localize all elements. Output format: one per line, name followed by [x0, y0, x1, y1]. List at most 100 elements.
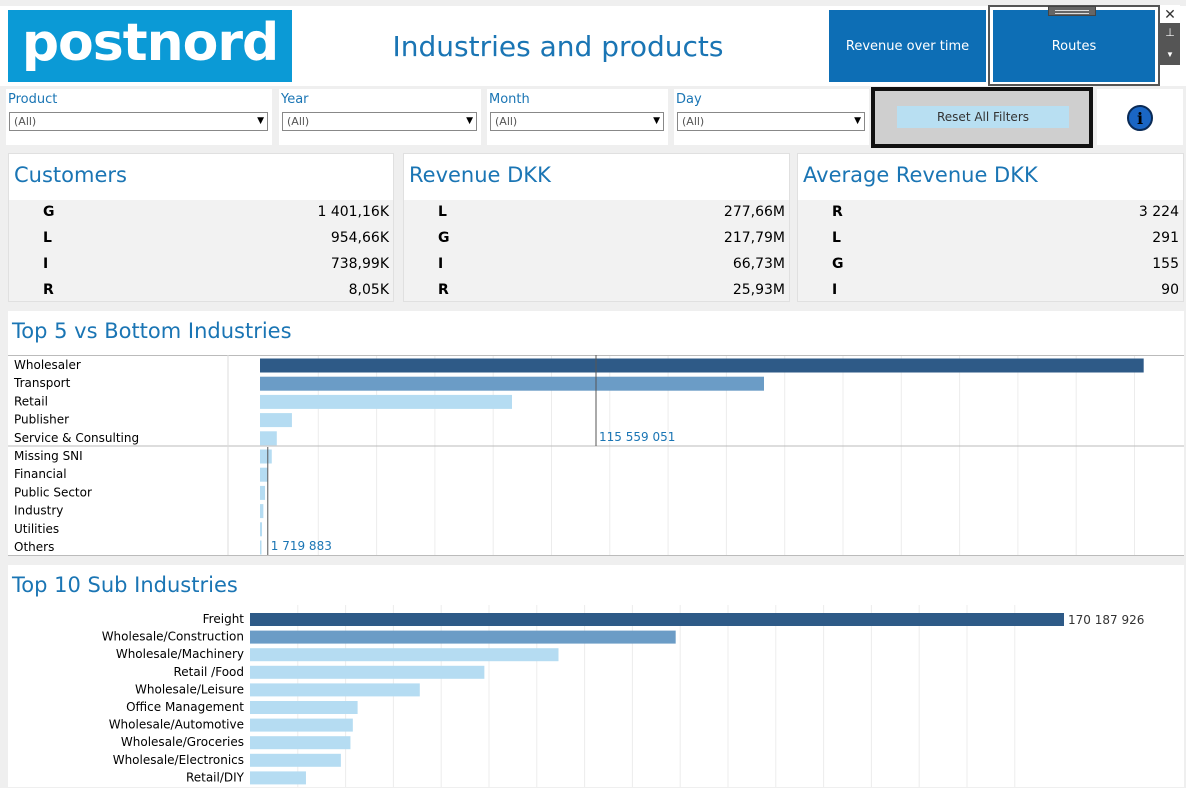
product-select[interactable]: (All) ▼ [9, 112, 268, 131]
kpi-customers: Customers G 1 401,16K L 954,66K I 738,99K R… [8, 153, 394, 302]
category-label: Others [14, 540, 54, 554]
filter-year: Year (All) ▼ [279, 89, 481, 145]
chart-title: Top 5 vs Bottom Industries [12, 319, 292, 343]
select-value: (All) [495, 115, 518, 128]
kpi-value: 25,93M [732, 282, 785, 298]
bar [250, 683, 420, 697]
chevron-down-icon[interactable]: ▼ [1160, 44, 1180, 65]
category-label: Public Sector [14, 485, 92, 499]
routes-label: Routes [1051, 38, 1097, 54]
reference-label: 115 559 051 [599, 430, 675, 444]
kpi-row: R 8,05K [9, 282, 393, 308]
kpi-key: I [43, 256, 49, 272]
filter-product: Product (All) ▼ [6, 89, 272, 145]
bar [260, 394, 512, 409]
kpi-row: G 217,79M [404, 230, 789, 256]
kpi-key: G [832, 256, 844, 272]
filter-month: Month (All) ▼ [487, 89, 668, 145]
day-select[interactable]: (All) ▼ [677, 112, 865, 131]
select-value: (All) [682, 115, 705, 128]
month-select[interactable]: (All) ▼ [490, 112, 664, 131]
revenue-over-time-label: Revenue over time [845, 38, 970, 54]
kpi-key: G [43, 204, 55, 220]
bar [250, 718, 353, 732]
top-bottom-industries-panel: Top 5 vs Bottom Industries Wholesaler Tra… [8, 311, 1184, 556]
category-label: Retail [14, 394, 48, 408]
kpi-revenue: Revenue DKK L 277,66M G 217,79M I 66,73M R 2… [403, 153, 790, 302]
kpi-title: Customers [14, 163, 127, 187]
kpi-rows: G 1 401,16K L 954,66K I 738,99K R 8,05K [9, 200, 393, 301]
reset-all-filters-button[interactable]: Reset All Filters [897, 106, 1069, 128]
select-value: (All) [287, 115, 310, 128]
category-label: Wholesale/Machinery [116, 647, 244, 661]
kpi-key: L [43, 230, 52, 246]
kpi-row: R 3 224 [798, 204, 1183, 230]
category-label: Wholesale/Automotive [109, 718, 244, 732]
bar [250, 736, 351, 750]
bar [260, 467, 268, 482]
category-label: Publisher [14, 413, 69, 427]
kpi-key: G [438, 230, 450, 246]
reset-filters-frame: Reset All Filters [871, 87, 1093, 148]
title-area: Industries and products [292, 6, 824, 86]
bar [260, 449, 272, 464]
top-bottom-industries-chart: Wholesaler Transport Retail Publisher Servic… [8, 355, 1184, 556]
info-icon[interactable]: i [1127, 105, 1153, 131]
reference-label: 1 719 883 [271, 539, 332, 553]
kpi-rows: R 3 224 L 291 G 155 I 90 [798, 200, 1183, 301]
kpi-value: 8,05K [348, 282, 389, 298]
kpi-row: R 25,93M [404, 282, 789, 308]
bar [260, 485, 266, 500]
drag-handle-icon[interactable] [1048, 6, 1096, 16]
kpi-row: I 66,73M [404, 256, 789, 282]
dropdown-arrow-icon: ▼ [653, 116, 660, 126]
bar [260, 413, 292, 428]
category-label: Financial [14, 467, 67, 481]
category-label: Wholesale/Construction [102, 630, 244, 644]
pin-icon[interactable]: ⊥ [1160, 23, 1180, 44]
kpi-key: R [438, 282, 449, 298]
kpi-value: 66,73M [732, 256, 785, 272]
kpi-row: G 1 401,16K [9, 204, 393, 230]
data-label: 170 187 926 [1068, 613, 1144, 627]
category-label: Industry [14, 504, 63, 518]
category-label: Wholesaler [14, 358, 81, 372]
bar [260, 540, 262, 555]
category-label: Utilities [14, 522, 59, 536]
kpi-value: 90 [1161, 282, 1179, 298]
category-label: Transport [13, 376, 71, 390]
bar [260, 358, 1144, 373]
kpi-key: I [832, 282, 838, 298]
kpi-value: 155 [1152, 256, 1179, 272]
year-select[interactable]: (All) ▼ [282, 112, 477, 131]
logo-text: postnord [21, 13, 279, 73]
kpi-key: I [438, 256, 444, 272]
bar [260, 431, 277, 446]
revenue-over-time-button[interactable]: Revenue over time [829, 10, 986, 82]
category-label: Wholesale/Leisure [135, 682, 244, 696]
dropdown-arrow-icon: ▼ [466, 116, 473, 126]
bar [250, 613, 1064, 626]
kpi-row: L 954,66K [9, 230, 393, 256]
close-icon[interactable]: ✕ [1160, 5, 1180, 23]
kpi-value: 954,66K [330, 230, 389, 246]
filter-day: Day (All) ▼ [674, 89, 869, 145]
filter-label: Month [489, 92, 530, 107]
bar [250, 648, 559, 662]
top-sub-industries-panel: Top 10 Sub Industries Freight Wholesale/C… [8, 565, 1184, 787]
kpi-value: 738,99K [330, 256, 389, 272]
bar [260, 376, 764, 391]
routes-button[interactable]: Routes [993, 10, 1155, 82]
category-label: Office Management [126, 700, 244, 714]
bar [260, 522, 263, 537]
kpi-value: 3 224 [1138, 204, 1179, 220]
top-sub-industries-chart: Freight Wholesale/Construction Wholesale/M… [102, 605, 1144, 787]
bar [250, 701, 358, 714]
kpi-average-revenue: Average Revenue DKK R 3 224 L 291 G 155 I 90 [797, 153, 1184, 302]
kpi-row: L 277,66M [404, 204, 789, 230]
bar [250, 665, 485, 679]
dropdown-arrow-icon: ▼ [257, 116, 264, 126]
category-label: Wholesale/Electronics [113, 753, 244, 767]
category-label: Freight [203, 612, 245, 626]
filter-label: Day [676, 92, 702, 107]
